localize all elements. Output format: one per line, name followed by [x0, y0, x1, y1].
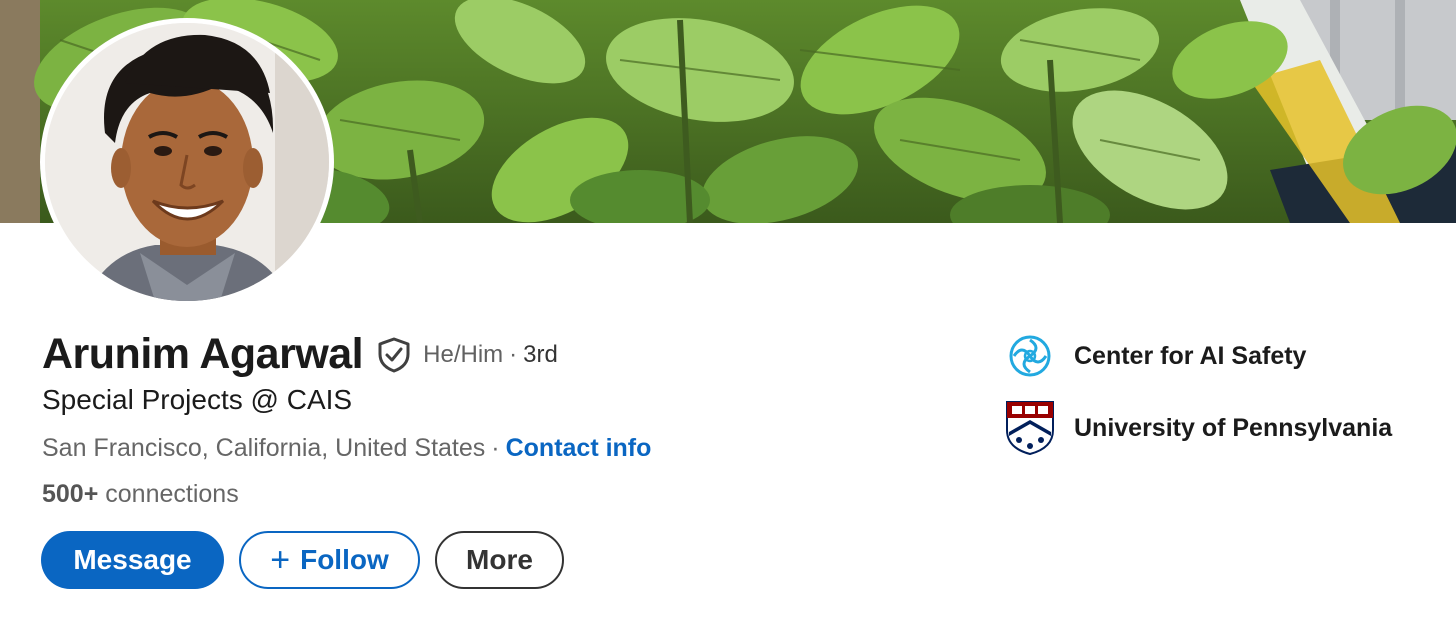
follow-button[interactable]: + Follow — [239, 531, 420, 589]
connections-count[interactable]: 500+ connections — [42, 480, 239, 509]
verified-shield-icon[interactable] — [377, 337, 411, 373]
follow-button-label: Follow — [300, 544, 389, 575]
school-name: University of Pennsylvania — [1074, 413, 1393, 442]
name-row: Arunim Agarwal He/Him · 3rd — [42, 330, 558, 379]
separator-dot: · — [491, 434, 500, 462]
profile-photo[interactable] — [45, 23, 329, 301]
contact-info-link[interactable]: Contact info — [506, 434, 652, 462]
profile-photo-frame — [40, 18, 334, 306]
connections-number: 500+ — [42, 480, 99, 508]
connection-degree: 3rd — [523, 340, 558, 368]
location-row: San Francisco, California, United States… — [42, 434, 651, 463]
profile-name: Arunim Agarwal — [42, 330, 364, 378]
separator-dot: · — [509, 340, 518, 368]
message-button-label: Message — [73, 544, 192, 575]
message-button[interactable]: Message — [41, 531, 224, 589]
location-text: San Francisco, California, United States — [42, 434, 486, 462]
more-button[interactable]: More — [435, 531, 564, 589]
current-company-link[interactable]: Center for AI Safety — [1004, 328, 1306, 384]
plus-icon: + — [270, 541, 291, 579]
upenn-shield-icon — [1004, 400, 1056, 456]
company-name: Center for AI Safety — [1074, 341, 1307, 370]
pronouns: He/Him — [423, 340, 504, 368]
cais-logo-icon — [1004, 328, 1056, 384]
profile-headline: Special Projects @ CAIS — [42, 384, 353, 415]
education-link[interactable]: University of Pennsylvania — [1004, 400, 1392, 456]
connections-label: connections — [105, 480, 239, 508]
more-button-label: More — [466, 544, 533, 575]
